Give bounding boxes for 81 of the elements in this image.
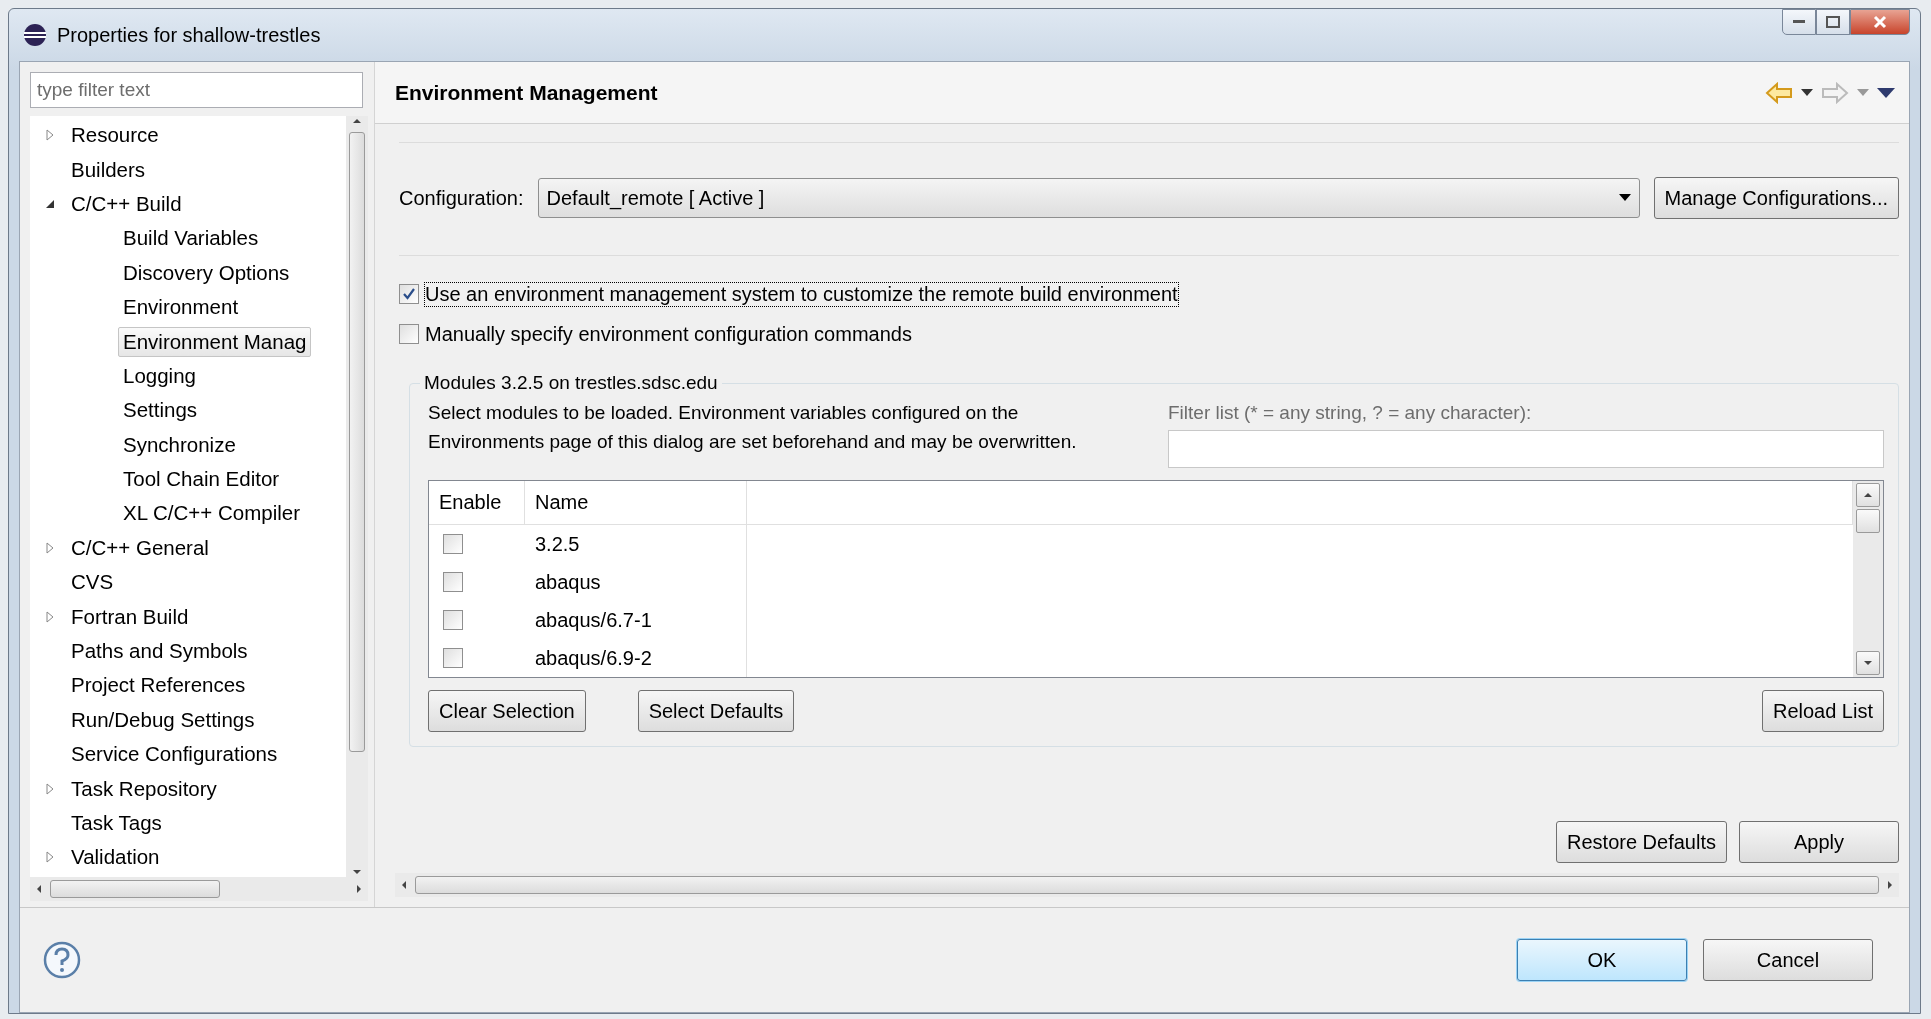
tree-item[interactable]: Validation <box>66 842 165 873</box>
page-title: Environment Management <box>395 80 658 105</box>
tree-item[interactable]: Discovery Options <box>118 257 295 288</box>
tree-item[interactable]: Synchronize <box>118 429 241 460</box>
table-cell: abaqus/6.7-1 <box>535 608 652 632</box>
checkbox[interactable] <box>399 284 419 304</box>
tree-item[interactable]: C/C++ General <box>66 532 214 563</box>
tree-item[interactable]: C/C++ Build <box>66 188 187 219</box>
option-label[interactable]: Manually specify environment configuration commands <box>425 322 912 346</box>
window-title: Properties for shallow-trestles <box>57 23 321 47</box>
table-cell: abaqus <box>535 570 601 594</box>
tree-item[interactable]: Fortran Build <box>66 601 194 632</box>
scrollbar-thumb[interactable] <box>1856 509 1880 533</box>
scroll-right-icon[interactable] <box>1885 880 1895 890</box>
forward-arrow-icon[interactable] <box>1821 81 1849 104</box>
page-button[interactable]: Restore Defaults <box>1556 821 1727 863</box>
caret-icon <box>1618 194 1631 202</box>
maximize-icon <box>1826 16 1840 28</box>
group-title: Modules 3.2.5 on trestles.sdsc.edu <box>423 372 719 394</box>
configuration-dropdown[interactable]: Default_remote [ Active ] <box>537 178 1640 218</box>
configuration-label: Configuration: <box>399 186 524 210</box>
minimize-icon <box>1793 20 1805 24</box>
vertical-scrollbar[interactable] <box>346 116 368 877</box>
tree-item[interactable]: Builders <box>66 154 151 185</box>
maximize-button[interactable] <box>1816 9 1850 35</box>
horizontal-scrollbar[interactable] <box>395 873 1899 897</box>
checkbox[interactable] <box>399 324 419 344</box>
tree-item[interactable]: Logging <box>118 360 201 391</box>
checkbox[interactable] <box>443 648 463 668</box>
back-arrow-icon[interactable] <box>1765 81 1793 104</box>
table-cell: 3.2.5 <box>535 532 580 556</box>
expand-arrow-icon[interactable] <box>44 610 56 623</box>
column-header[interactable]: Name <box>525 481 747 524</box>
tree-item[interactable]: Service Configurations <box>66 739 283 770</box>
filter-list-field[interactable] <box>1168 430 1884 468</box>
scroll-down-icon[interactable] <box>1863 658 1873 668</box>
vertical-scrollbar[interactable] <box>1853 481 1883 677</box>
tree-item[interactable]: Environment Manag <box>118 326 312 357</box>
tree-item[interactable]: Paths and Symbols <box>66 636 253 667</box>
scroll-right-icon[interactable] <box>354 884 364 894</box>
tree-item[interactable]: Environment <box>118 292 244 323</box>
reload-list-button[interactable]: Reload List <box>1761 690 1884 732</box>
tree-item[interactable]: Settings <box>118 395 203 426</box>
table-cell: abaqus/6.9-2 <box>535 646 652 670</box>
tree-item[interactable]: Task Tags <box>66 808 167 838</box>
expand-arrow-icon[interactable] <box>44 851 56 864</box>
scroll-up-icon[interactable] <box>1863 490 1873 500</box>
minimize-button[interactable] <box>1782 9 1816 35</box>
tree-item[interactable]: CVS <box>66 567 119 598</box>
eclipse-logo-icon <box>23 23 47 47</box>
tree-item[interactable]: XL C/C++ Compiler <box>118 498 305 529</box>
dialog-button[interactable]: Cancel <box>1703 939 1873 981</box>
horizontal-scrollbar[interactable] <box>30 877 368 901</box>
page-button[interactable]: Apply <box>1739 821 1899 863</box>
tree-item[interactable]: Build Variables <box>118 223 264 254</box>
close-button[interactable] <box>1850 9 1910 35</box>
checkbox[interactable] <box>443 534 463 554</box>
scroll-up-icon[interactable] <box>352 116 362 126</box>
checkbox[interactable] <box>443 572 463 592</box>
tree-item[interactable]: Resource <box>66 120 164 151</box>
option-label[interactable]: Use an environment management system to customize the remote build environment <box>425 282 1178 306</box>
tree-item[interactable]: Run/Debug Settings <box>66 704 260 735</box>
tree-item[interactable]: Tool Chain Editor <box>118 464 285 495</box>
dialog-button[interactable]: OK <box>1517 939 1687 981</box>
dropdown-arrow-icon[interactable] <box>1801 88 1813 97</box>
manage-configurations-button[interactable]: Manage Configurations... <box>1653 177 1899 219</box>
help-icon[interactable] <box>42 940 82 980</box>
expand-arrow-icon[interactable] <box>44 541 56 554</box>
table-action-button[interactable]: Clear Selection <box>428 690 586 732</box>
description-text: Select modules to be loaded. Environment variables configured on the Environments page of this dialog are set beforehand and may be overwritten. <box>428 401 1078 454</box>
table-action-button[interactable]: Select Defaults <box>637 690 795 732</box>
expand-arrow-icon[interactable] <box>44 782 56 795</box>
tree-item[interactable]: Project References <box>66 670 251 701</box>
filter-label: Filter list (* = any string, ? = any character): <box>1168 401 1533 424</box>
column-header[interactable]: Enable <box>429 481 525 524</box>
view-menu-icon[interactable] <box>1877 87 1895 98</box>
tree-item[interactable]: Task Repository <box>66 773 222 804</box>
checkbox[interactable] <box>443 610 463 630</box>
close-icon <box>1873 15 1887 29</box>
filter-field[interactable]: type filter text <box>30 72 363 108</box>
expand-arrow-icon[interactable] <box>44 129 56 142</box>
